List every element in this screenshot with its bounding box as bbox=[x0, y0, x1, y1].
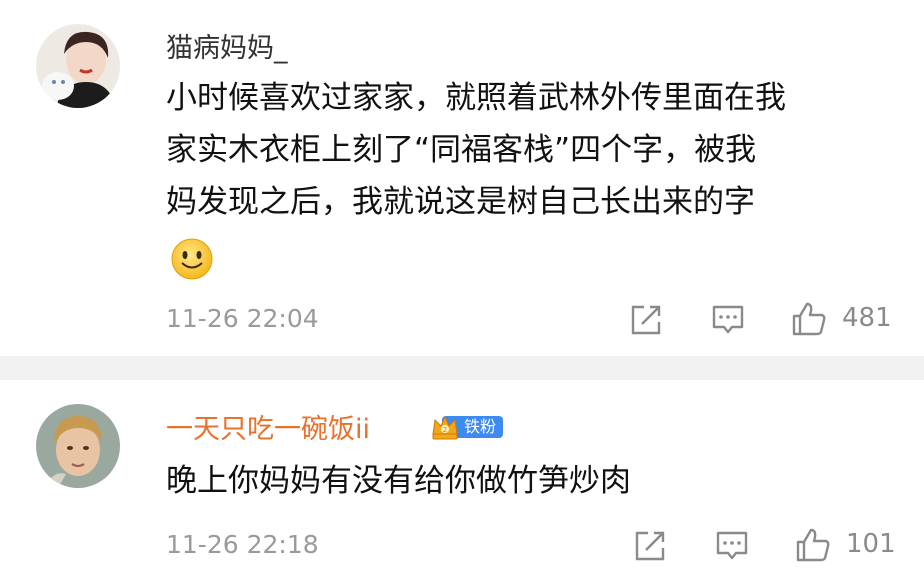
like-icon[interactable] bbox=[794, 526, 832, 564]
comment-separator bbox=[0, 356, 924, 380]
username[interactable]: 一天只吃一碗饭ii bbox=[166, 407, 370, 446]
comment-icon[interactable] bbox=[710, 302, 746, 338]
share-icon[interactable] bbox=[632, 528, 668, 564]
comment-text: 晚上你妈妈有没有给你做竹笋炒肉 bbox=[166, 463, 631, 499]
username[interactable]: 猫病妈妈_ bbox=[166, 26, 288, 65]
comment-text: 小时候喜欢过家家，就照着武林外传里面在我 家实木衣柜上刻了“同福客栈”四个字，被… bbox=[166, 80, 786, 220]
avatar[interactable] bbox=[36, 404, 120, 488]
like-icon[interactable] bbox=[790, 300, 828, 338]
comment-time: 11-26 22:18 bbox=[166, 530, 319, 559]
avatar[interactable] bbox=[36, 24, 120, 108]
svg-text:2: 2 bbox=[443, 426, 447, 434]
fan-badge[interactable]: 2 铁粉 bbox=[430, 412, 504, 442]
like-count: 101 bbox=[846, 529, 896, 559]
like-count: 481 bbox=[842, 303, 892, 333]
avatar-image bbox=[36, 24, 120, 108]
crown-badge-icon: 2 bbox=[432, 415, 458, 440]
avatar-image bbox=[36, 404, 120, 488]
comment-time: 11-26 22:04 bbox=[166, 304, 319, 333]
smiley-emoji-icon bbox=[171, 238, 213, 280]
comment-item: 猫病妈妈_ 小时候喜欢过家家，就照着武林外传里面在我 家实木衣柜上刻了“同福客栈… bbox=[0, 0, 924, 356]
comment-icon[interactable] bbox=[714, 528, 750, 564]
share-icon[interactable] bbox=[628, 302, 664, 338]
